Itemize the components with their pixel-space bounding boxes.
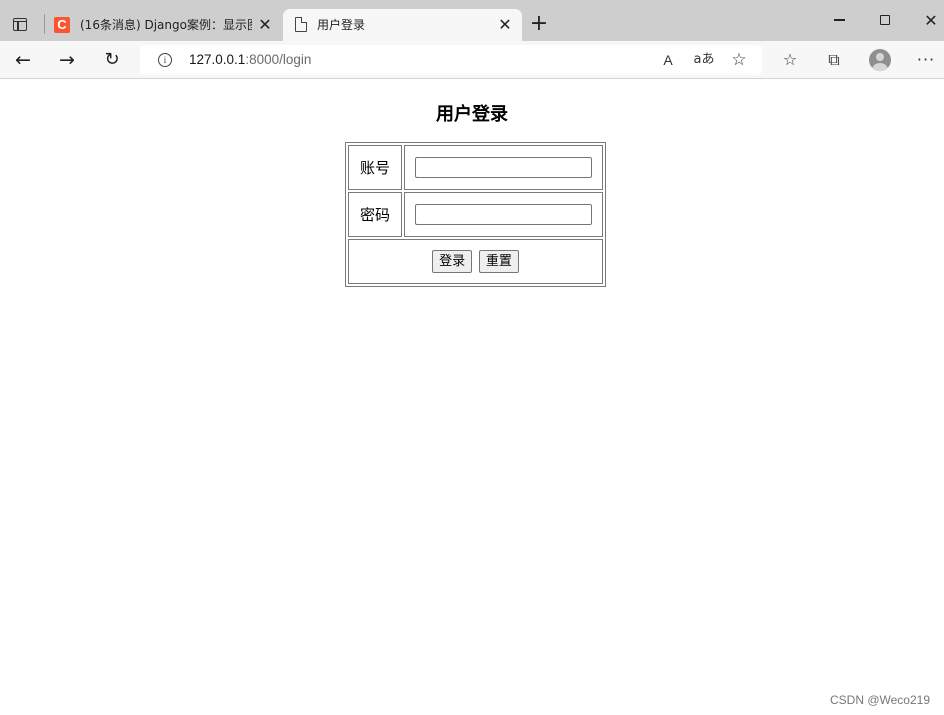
minimize-button[interactable] xyxy=(827,10,851,30)
more-menu-icon[interactable]: ··· xyxy=(916,50,936,70)
page-title: 用户登录 xyxy=(436,104,508,125)
tab-user-login[interactable]: 用户登录 ✕ xyxy=(283,9,522,41)
account-input[interactable] xyxy=(415,157,592,178)
tab-title: (16条消息) Django案例：显示图 xyxy=(80,18,252,32)
tab-strip: C (16条消息) Django案例：显示图 ✕ 用户登录 ✕ + ✕ xyxy=(0,0,944,41)
url-host: 127.0.0.1 xyxy=(189,52,246,67)
minimize-icon xyxy=(833,19,845,21)
password-label: 密码 xyxy=(348,192,402,237)
add-favorite-icon[interactable]: ☆ xyxy=(729,51,749,69)
url-path: :8000/login xyxy=(245,52,312,67)
browser-toolbar: ← → ↻ i 127.0.0.1:8000/login A aあ ☆ ☆ ⧉ … xyxy=(0,41,944,79)
account-label: 账号 xyxy=(348,145,402,190)
tab-actions-icon[interactable] xyxy=(8,12,32,36)
close-tab-icon[interactable]: ✕ xyxy=(497,17,513,33)
page-content: 用户登录 账号 密码 登录 重置 CSDN @Weco219 xyxy=(0,80,944,715)
csdn-c-icon: C xyxy=(54,17,70,33)
tab-csdn-article[interactable]: C (16条消息) Django案例：显示图 ✕ xyxy=(46,9,282,41)
back-icon[interactable]: ← xyxy=(12,49,34,71)
password-cell xyxy=(404,192,603,237)
address-url[interactable]: 127.0.0.1:8000/login xyxy=(189,52,311,67)
document-icon xyxy=(295,16,308,32)
account-cell xyxy=(404,145,603,190)
translate-icon[interactable]: aあ xyxy=(693,51,715,69)
login-form-table: 账号 密码 登录 重置 xyxy=(345,142,606,287)
new-tab-button[interactable]: + xyxy=(528,13,550,36)
favorites-icon[interactable]: ☆ xyxy=(780,50,800,70)
collections-icon[interactable]: ⧉ xyxy=(824,50,844,70)
login-button[interactable]: 登录 xyxy=(432,250,473,273)
address-bar[interactable]: i 127.0.0.1:8000/login A aあ ☆ xyxy=(140,45,762,75)
close-window-button[interactable]: ✕ xyxy=(919,10,943,30)
site-info-icon[interactable]: i xyxy=(158,53,172,67)
profile-avatar[interactable] xyxy=(869,49,891,71)
tab-title: 用户登录 xyxy=(317,18,366,32)
password-input[interactable] xyxy=(415,204,592,225)
csdn-watermark: CSDN @Weco219 xyxy=(830,693,930,707)
read-aloud-icon[interactable]: A xyxy=(658,51,678,69)
form-actions: 登录 重置 xyxy=(348,239,603,284)
tab-divider xyxy=(44,14,45,34)
forward-icon[interactable]: → xyxy=(56,49,78,71)
reset-button[interactable]: 重置 xyxy=(478,250,519,273)
close-tab-icon[interactable]: ✕ xyxy=(257,17,273,33)
reload-icon[interactable]: ↻ xyxy=(101,49,123,71)
maximize-button[interactable] xyxy=(873,10,897,30)
maximize-icon xyxy=(880,15,890,25)
